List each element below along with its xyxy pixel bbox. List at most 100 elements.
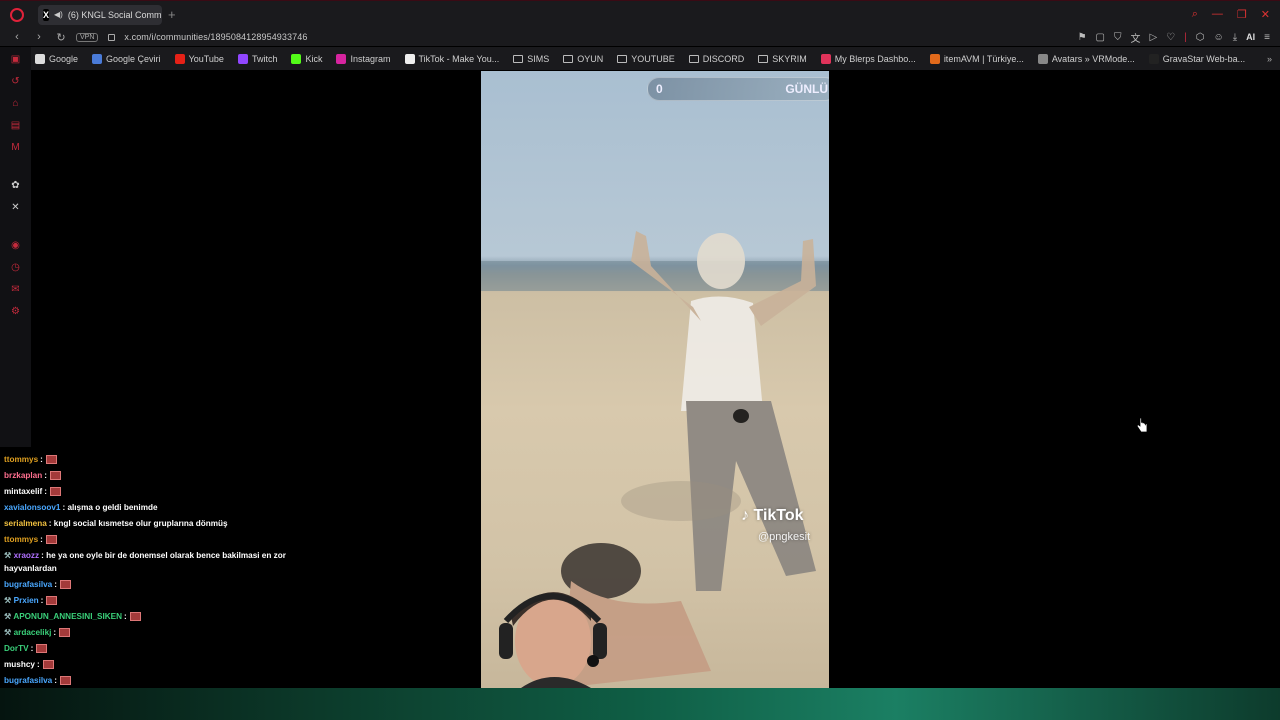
emote-icon — [45, 455, 57, 465]
emote-icon — [49, 471, 61, 481]
minimize-button[interactable]: — — [1212, 8, 1223, 21]
chat-username[interactable]: ttommys — [4, 535, 38, 544]
workspace-icon[interactable]: ▣ — [10, 53, 22, 65]
maximize-button[interactable]: ❐ — [1237, 8, 1247, 21]
chat-username[interactable]: ttommys — [4, 455, 38, 464]
chat-username[interactable]: bugrafasilva — [4, 676, 52, 685]
clock-icon[interactable]: ◷ — [10, 261, 22, 273]
favicon-icon — [1148, 53, 1159, 64]
chatgpt-icon[interactable]: ✿ — [10, 179, 22, 191]
chat-message: xavialonsoov1: alışma o geldi benimde — [4, 502, 294, 513]
bookmark-item[interactable]: Twitch — [237, 53, 277, 64]
lock-icon[interactable] — [108, 33, 116, 41]
bookmark-item[interactable]: Avatars » VRMode... — [1037, 53, 1135, 64]
chat-username[interactable]: mintaxelif — [4, 487, 42, 496]
chat-username[interactable]: mushcy — [4, 660, 35, 669]
chat-username[interactable]: Prxien — [14, 596, 39, 605]
chat-text: : — [124, 612, 127, 621]
bookmark-label: SIMS — [527, 53, 550, 64]
snapshot-icon[interactable]: ▢ — [1096, 32, 1105, 43]
chat-text: : he ya one oyle bir de donemsel olarak … — [41, 551, 286, 560]
chat-text: : — [40, 596, 44, 605]
back-button[interactable]: ‹ — [12, 31, 22, 43]
bookmark-label: My Blerps Dashbo... — [834, 53, 916, 64]
chat-username[interactable]: DorTV — [4, 644, 29, 653]
chat-username[interactable]: bugrafasilva — [4, 580, 52, 589]
vpn-badge[interactable]: VPN — [76, 32, 99, 42]
chat-message: bugrafasilva: — [4, 579, 294, 590]
x-sidebar-icon[interactable]: ✕ — [10, 201, 22, 213]
bookmark-item[interactable]: Kick — [291, 53, 322, 64]
chat-message: ⚒ Prxien: — [4, 595, 294, 606]
bookmark-item[interactable]: My Blerps Dashbo... — [820, 53, 916, 64]
favicon-icon — [336, 53, 347, 64]
favicon-icon — [820, 53, 831, 64]
background-strip — [0, 688, 1280, 720]
bookmark-item[interactable]: itemAVM | Türkiye... — [929, 53, 1024, 64]
player-icon[interactable]: ◉ — [10, 239, 22, 251]
divider: | — [1184, 31, 1187, 43]
bookmark-item[interactable]: YouTube — [174, 53, 224, 64]
chat-username[interactable]: xraozz — [14, 551, 39, 560]
hand-cursor-icon — [1136, 417, 1148, 433]
emote-icon — [129, 612, 141, 622]
score-label: GÜNLÜ — [785, 82, 828, 96]
chat-username[interactable]: brzkaplan — [4, 471, 42, 480]
emote-icon — [59, 580, 71, 590]
history-icon[interactable]: ↺ — [10, 75, 22, 87]
chat-message: brzkaplan: — [4, 470, 294, 481]
ai-button[interactable]: AI — [1246, 32, 1255, 42]
gmail-icon[interactable]: M — [10, 141, 22, 153]
chat-message: ⚒ xraozz: he ya one oyle bir de donemsel… — [4, 550, 294, 561]
bookmark-item[interactable]: YOUTUBE — [617, 54, 675, 64]
chat-username[interactable]: APONUN_ANNESINI_SIKEN — [13, 612, 122, 621]
bookmark-item[interactable]: Instagram — [336, 53, 391, 64]
bookmark-label: Avatars » VRMode... — [1051, 53, 1135, 64]
chat-username[interactable]: ardacelikj — [14, 628, 52, 637]
more-bookmarks-icon[interactable]: » — [1267, 54, 1272, 64]
close-button[interactable]: ✕ — [1261, 8, 1270, 21]
bookmark-item[interactable]: SKYRIM — [758, 54, 807, 64]
bookmark-item[interactable]: SIMS — [513, 54, 549, 64]
bookmark-item[interactable]: Google — [35, 53, 78, 64]
profile-icon[interactable]: ☺ — [1214, 32, 1224, 43]
download-icon[interactable]: ⤓ — [1233, 32, 1237, 43]
chat-username[interactable]: xavialonsoov1 — [4, 503, 60, 512]
opera-logo-icon[interactable] — [10, 7, 24, 22]
chat-text: : — [54, 676, 57, 685]
search-tabs-icon[interactable]: ⌕ — [1192, 8, 1198, 21]
play-icon[interactable]: ▷ — [1150, 32, 1158, 43]
speaker-icon[interactable]: ◀) — [54, 10, 63, 19]
favicon-icon — [174, 53, 185, 64]
bookmark-item[interactable]: OYUN — [563, 54, 603, 64]
video-player[interactable]: 0 GÜNLÜ ♪ TikTok @pngkesit — [481, 71, 829, 688]
bookmark-item[interactable]: DISCORD — [688, 54, 744, 64]
chat-username[interactable]: serialmena — [4, 519, 47, 528]
emote-icon — [59, 676, 71, 686]
url-field[interactable]: x.com/i/communities/1895084128954933746 — [124, 32, 307, 42]
pinboard-icon[interactable]: ▤ — [10, 119, 22, 131]
translate-icon[interactable]: 文 — [1131, 30, 1141, 45]
menu-icon[interactable]: ≡ — [1264, 32, 1270, 43]
tab-active[interactable]: X ◀) (6) KNGL Social Comm — [38, 4, 162, 25]
shield-icon[interactable]: ⛉ — [1114, 32, 1122, 43]
settings-icon[interactable]: ⚙ — [10, 305, 22, 317]
emote-icon — [36, 644, 48, 654]
chat-text: : — [40, 535, 43, 544]
bookmark-label: Instagram — [350, 53, 391, 64]
extensions-icon[interactable]: ⬡ — [1196, 32, 1205, 43]
new-tab-button[interactable]: + — [168, 7, 176, 22]
bookmark-item[interactable]: Google Çeviri — [92, 53, 161, 64]
reload-button[interactable]: ↻ — [56, 31, 66, 44]
bookmark-icon[interactable]: ⚑ — [1078, 32, 1087, 43]
aria-icon[interactable]: ⌂ — [10, 97, 22, 109]
heart-icon[interactable]: ♡ — [1166, 32, 1175, 43]
forward-button[interactable]: › — [34, 31, 44, 43]
bookmark-item[interactable]: GravaStar Web-ba... — [1148, 53, 1245, 64]
chat-text: : — [40, 455, 43, 464]
messenger-icon[interactable]: ✉ — [10, 283, 22, 295]
x-logo-icon: X — [43, 8, 50, 21]
emote-icon — [49, 487, 61, 497]
window-controls: ⌕ — ❐ ✕ — [1192, 8, 1270, 21]
bookmark-item[interactable]: TikTok - Make You... — [404, 53, 499, 64]
